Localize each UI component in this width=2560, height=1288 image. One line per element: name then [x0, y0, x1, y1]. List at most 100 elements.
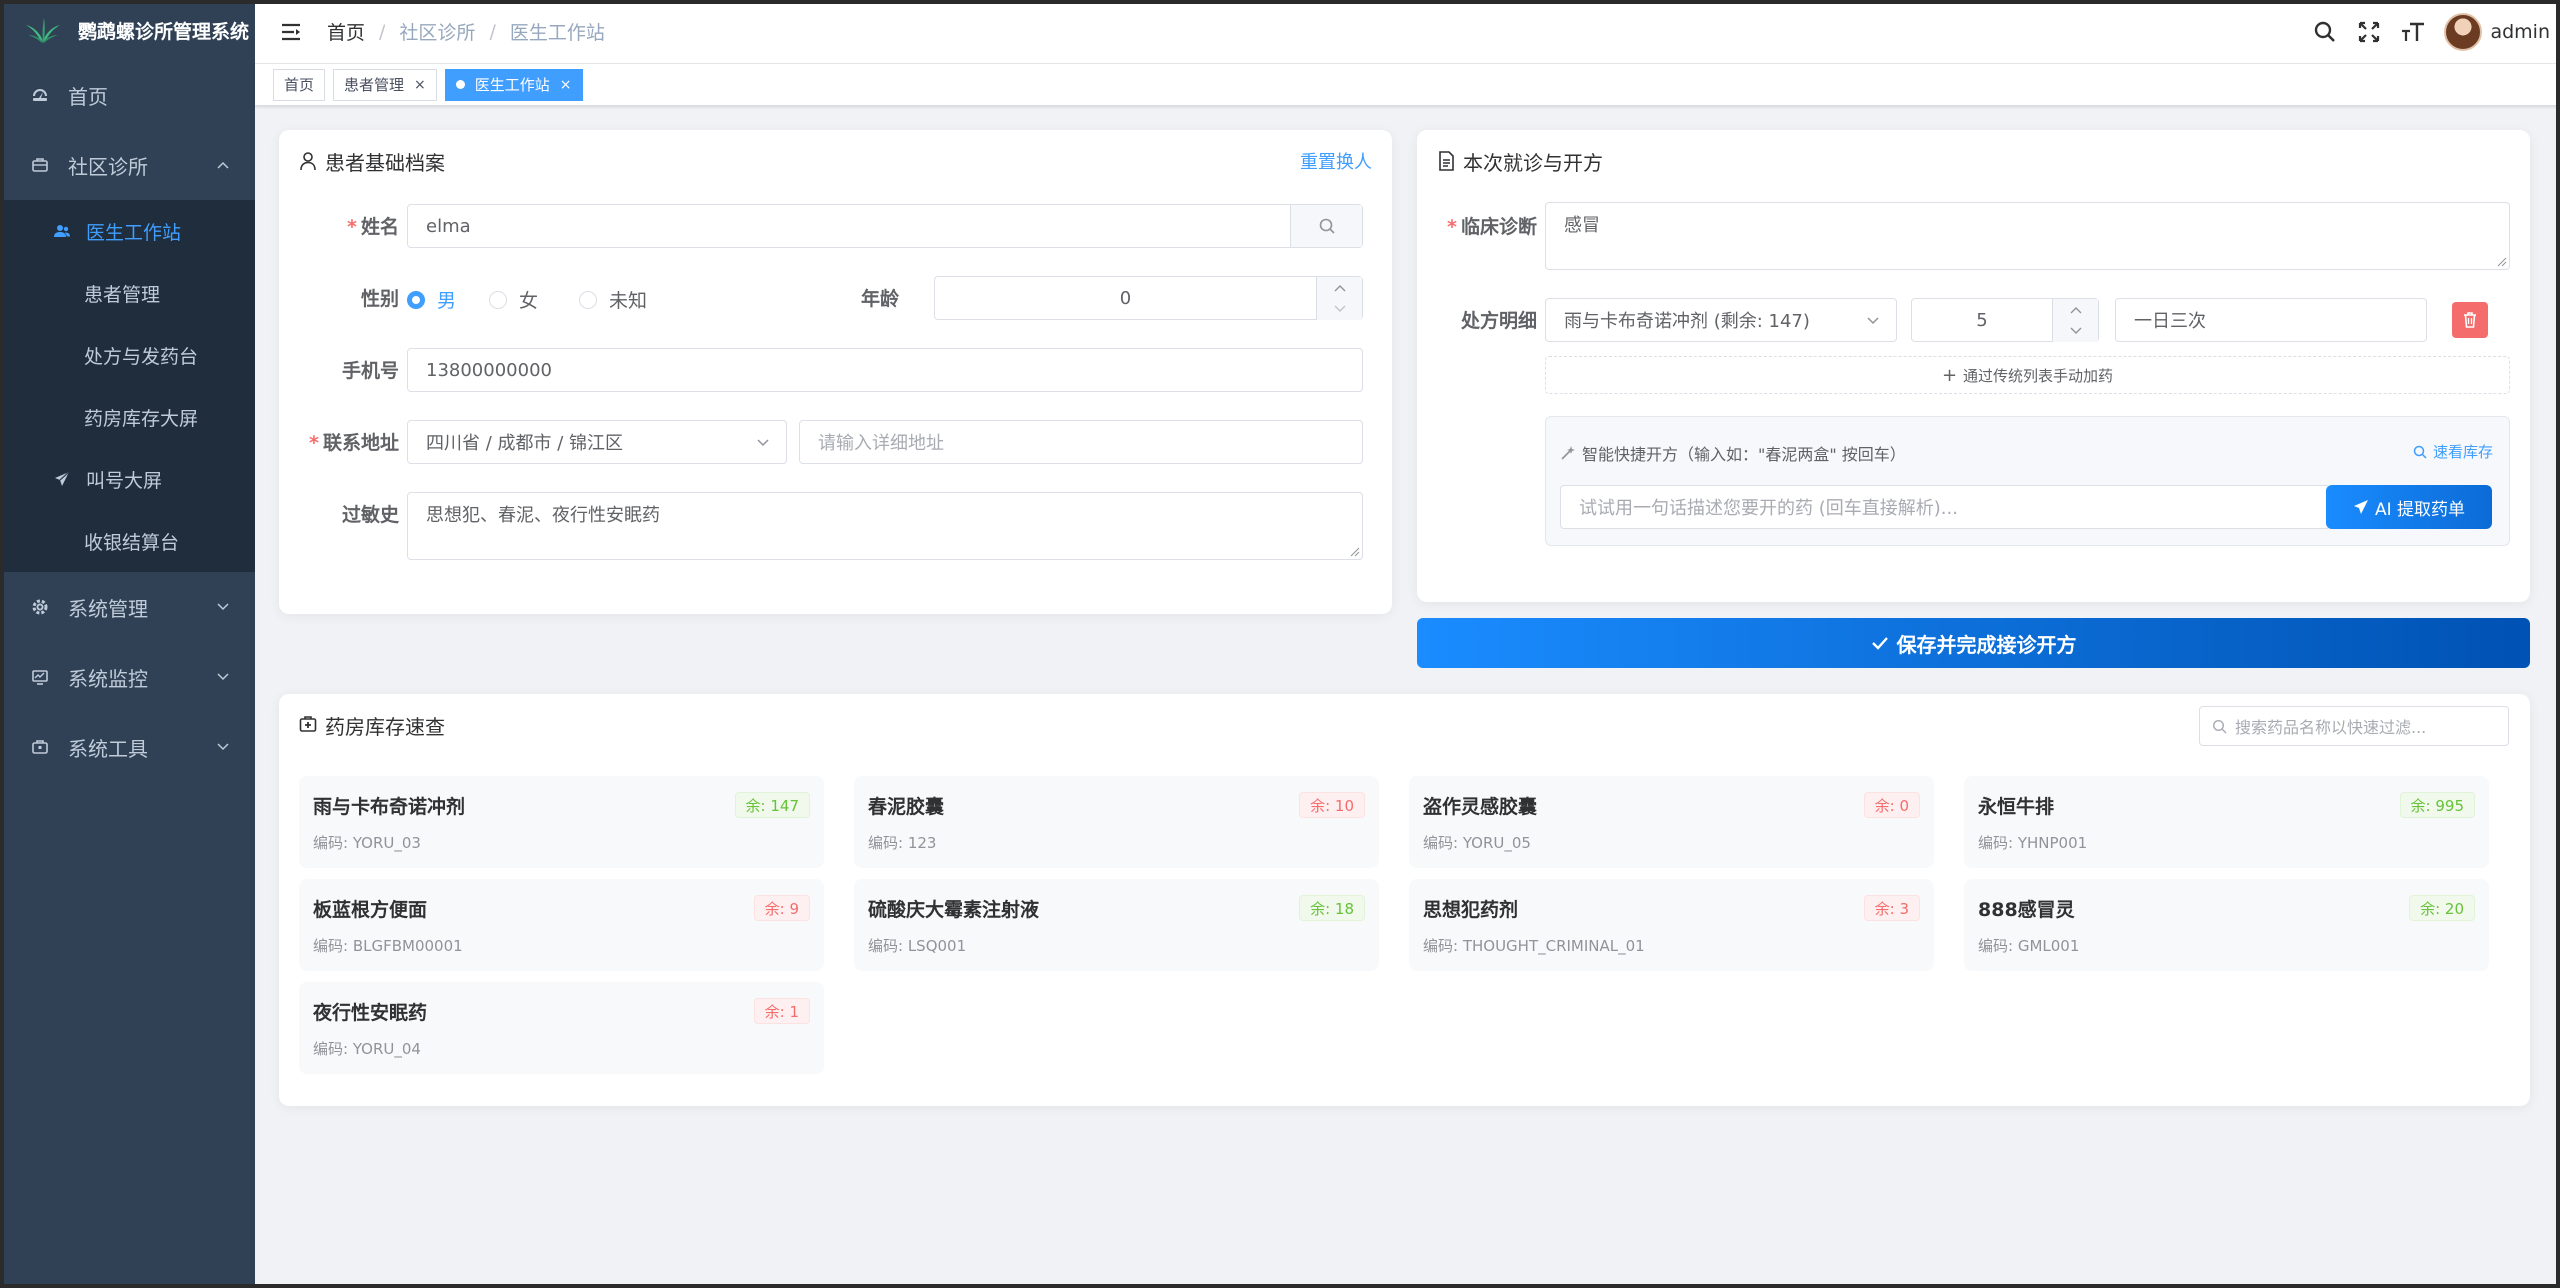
allergy-textarea[interactable]: 思想犯、春泥、夜行性安眠药: [407, 492, 1363, 560]
tag-label: 患者管理: [344, 76, 405, 94]
drug-card[interactable]: 雨与卡布奇诺冲剂 编码: YORU_03 余: 147: [299, 776, 824, 868]
paper-plane-icon: [52, 469, 72, 489]
sidebar-item-label: 处方与发药台: [84, 345, 199, 368]
age-stepper[interactable]: 0: [934, 276, 1363, 320]
drug-card[interactable]: 春泥胶囊 编码: 123 余: 10: [854, 776, 1379, 868]
gender-radio-unknown[interactable]: 未知: [579, 286, 647, 313]
resize-handle-icon[interactable]: [2497, 257, 2507, 267]
quick-inventory-link[interactable]: 速看库存: [2413, 441, 2493, 462]
fullscreen-icon[interactable]: [2356, 19, 2382, 45]
address-detail-input[interactable]: 请输入详细地址: [799, 420, 1363, 464]
sidebar-item-pharmacy-screen[interactable]: 药房库存大屏: [0, 386, 255, 448]
drug-code: 编码: 123: [868, 834, 937, 852]
user-group-icon: [52, 221, 72, 241]
chevron-down-icon: [2070, 327, 2081, 334]
tag-patient-management[interactable]: 患者管理 ×: [333, 68, 437, 101]
breadcrumb-home[interactable]: 首页: [327, 18, 365, 45]
smart-prescription-box: 智能快捷开方（输入如："春泥两盒" 按回车） 速看库存 试试用一句话描述您要开的…: [1545, 416, 2510, 546]
drug-name: 夜行性安眠药: [313, 1002, 428, 1024]
sidebar: 鹦鹉螺诊所管理系统 首页 社区诊所 医生工作站 患者管理 处方与发药台 药房库存…: [0, 0, 255, 1288]
font-size-icon[interactable]: [2400, 19, 2426, 45]
chevron-down-icon: [217, 599, 229, 615]
drug-card[interactable]: 板蓝根方便面 编码: BLGFBM00001 余: 9: [299, 879, 824, 971]
sidebar-item-calling-screen[interactable]: 叫号大屏: [0, 448, 255, 510]
age-label: 年龄: [860, 288, 899, 310]
tag-label: 医生工作站: [474, 76, 550, 94]
manual-add-drug-button[interactable]: + 通过传统列表手动加药: [1545, 356, 2510, 394]
breadcrumb: 首页 / 社区诊所 / 医生工作站: [327, 18, 605, 45]
gender-radio-male[interactable]: 男: [407, 286, 456, 313]
age-decrement-button[interactable]: [1316, 298, 1362, 320]
prescription-qty-stepper[interactable]: 5: [1911, 298, 2099, 342]
qty-decrement-button[interactable]: [2052, 320, 2098, 342]
chevron-up-icon: [217, 157, 229, 173]
plus-icon: +: [1941, 364, 1958, 386]
gender-radio-female[interactable]: 女: [489, 286, 538, 313]
briefcase-icon: [30, 155, 50, 175]
menu-item-system-management[interactable]: 系统管理: [0, 572, 255, 642]
search-icon[interactable]: [2312, 19, 2338, 45]
main-content: 首页 / 社区诊所 / 医生工作站 admin 首页 患者管理 × 医生工作站 …: [255, 0, 2560, 1288]
drug-card[interactable]: 思想犯药剂 编码: THOUGHT_CRIMINAL_01 余: 3: [1409, 879, 1934, 971]
avatar[interactable]: [2444, 13, 2483, 51]
smart-prescription-input[interactable]: 试试用一句话描述您要开的药 (回车直接解析)...: [1560, 485, 2330, 529]
name-input[interactable]: elma: [407, 204, 1363, 248]
drug-code: 编码: LSQ001: [868, 937, 967, 955]
qty-increment-button[interactable]: [2052, 299, 2098, 321]
ai-extract-button[interactable]: AI 提取药单: [2326, 485, 2492, 529]
sidebar-item-patient-management[interactable]: 患者管理: [0, 262, 255, 324]
sidebar-item-doctor-station[interactable]: 医生工作站: [0, 200, 255, 262]
drug-card[interactable]: 盗作灵感胶囊 编码: YORU_05 余: 0: [1409, 776, 1934, 868]
sidebar-item-label: 患者管理: [84, 283, 161, 306]
navbar-right: admin: [2312, 0, 2550, 64]
tag-doctor-station[interactable]: 医生工作站 ×: [444, 68, 583, 101]
submenu-clinic: 医生工作站 患者管理 处方与发药台 药房库存大屏 叫号大屏 收银结算台: [0, 200, 255, 572]
close-icon[interactable]: ×: [414, 77, 426, 93]
breadcrumb-current: 医生工作站: [509, 22, 605, 44]
drug-card[interactable]: 永恒牛排 编码: YHNP001 余: 995: [1964, 776, 2489, 868]
sidebar-item-prescription-desk[interactable]: 处方与发药台: [0, 324, 255, 386]
sidebar-item-label: 医生工作站: [86, 221, 182, 244]
sidebar-item-cashier[interactable]: 收银结算台: [0, 510, 255, 572]
username[interactable]: admin: [2490, 21, 2550, 43]
name-label: * 姓名: [347, 216, 399, 238]
logo-icon: [26, 18, 60, 43]
logo[interactable]: 鹦鹉螺诊所管理系统: [0, 0, 255, 60]
prescription-drug-select[interactable]: 雨与卡布奇诺冲剂 (剩余: 147): [1545, 298, 1897, 342]
diagnosis-textarea[interactable]: 感冒: [1545, 202, 2510, 270]
user-icon: [299, 151, 319, 171]
menu-item-home[interactable]: 首页: [0, 60, 255, 130]
drug-card[interactable]: 888感冒灵 编码: GML001 余: 20: [1964, 879, 2489, 971]
menu-item-clinic[interactable]: 社区诊所: [0, 130, 255, 200]
sidebar-item-label: 叫号大屏: [86, 469, 163, 492]
drug-card[interactable]: 硫酸庆大霉素注射液 编码: LSQ001 余: 18: [854, 879, 1379, 971]
drug-code: 编码: YORU_04: [313, 1040, 421, 1058]
name-search-button[interactable]: [1290, 205, 1362, 247]
menu-item-system-monitor[interactable]: 系统监控: [0, 642, 255, 712]
tag-home[interactable]: 首页: [273, 68, 326, 101]
delete-prescription-button[interactable]: [2452, 302, 2488, 338]
paper-plane-icon: [2353, 500, 2368, 514]
phone-input[interactable]: 13800000000: [407, 348, 1363, 392]
magic-wand-icon: [1561, 446, 1575, 460]
drug-code: 编码: THOUGHT_CRIMINAL_01: [1423, 937, 1645, 955]
hamburger-icon[interactable]: [275, 16, 307, 48]
drug-code: 编码: YORU_03: [313, 834, 421, 852]
reset-patient-link[interactable]: 重置换人: [1300, 148, 1372, 174]
address-region-select[interactable]: 四川省 / 成都市 / 锦江区: [407, 420, 787, 464]
save-and-finish-button[interactable]: 保存并完成接诊开方: [1417, 618, 2530, 668]
drug-card[interactable]: 夜行性安眠药 编码: YORU_04 余: 1: [299, 982, 824, 1074]
breadcrumb-clinic[interactable]: 社区诊所: [399, 18, 475, 45]
gear-icon: [30, 597, 50, 617]
breadcrumb-separator: /: [379, 20, 386, 43]
stock-badge: 余: 20: [2409, 895, 2475, 921]
patient-card: 患者基础档案 重置换人 * 姓名 elma 性别 男 女 未知 年龄 0 手机号…: [279, 130, 1392, 614]
close-icon[interactable]: ×: [560, 77, 572, 93]
drug-name: 盗作灵感胶囊: [1423, 796, 1538, 818]
age-increment-button[interactable]: [1316, 277, 1362, 299]
inventory-search-input[interactable]: 搜索药品名称以快速过滤...: [2199, 706, 2509, 746]
drug-name: 春泥胶囊: [868, 796, 945, 818]
menu-item-system-tools[interactable]: 系统工具: [0, 712, 255, 782]
prescription-frequency-input[interactable]: 一日三次: [2115, 298, 2427, 342]
resize-handle-icon[interactable]: [1350, 547, 1360, 557]
